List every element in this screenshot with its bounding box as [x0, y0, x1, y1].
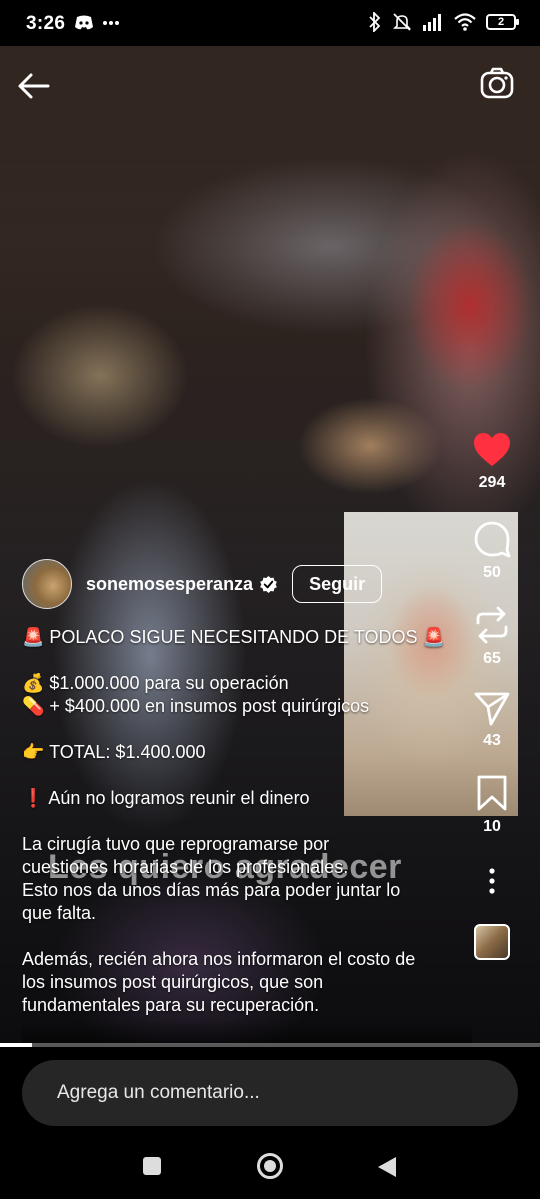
- caption-line: Esto nos da unos días más para poder jun…: [22, 880, 401, 900]
- caption-line: fundamentales para su recuperación.: [22, 995, 320, 1015]
- caption-line: los insumos post quirúrgicos, que son: [22, 972, 324, 992]
- author-row: sonemosesperanza Seguir: [22, 558, 472, 610]
- arrow-left-icon: [18, 73, 50, 99]
- home-button[interactable]: [256, 1152, 284, 1185]
- username[interactable]: sonemosesperanza: [86, 574, 253, 595]
- repost-button[interactable]: 65: [474, 606, 510, 668]
- verified-badge-icon: [260, 575, 277, 593]
- like-button[interactable]: 294: [473, 432, 511, 492]
- repost-count: 65: [483, 650, 501, 667]
- bluetooth-icon: [369, 12, 381, 32]
- status-bar: 3:26 2: [0, 0, 540, 46]
- paper-plane-icon: [474, 692, 510, 726]
- comment-icon: [474, 521, 511, 558]
- repost-icon: [476, 606, 508, 644]
- audio-thumbnail[interactable]: [474, 924, 510, 960]
- share-button[interactable]: 43: [474, 690, 510, 750]
- more-vertical-icon: [489, 868, 495, 894]
- action-column: 294 50 65 43 10: [466, 432, 518, 960]
- caption-line: 💊 + $400.000 en insumos post quirúrgicos: [22, 696, 370, 716]
- caption-line: ❗ Aún no logramos reunir el dinero: [22, 788, 310, 808]
- system-nav-bar: [0, 1139, 540, 1199]
- heart-icon: [474, 433, 510, 466]
- save-button[interactable]: 10: [476, 774, 508, 836]
- square-icon: [143, 1157, 161, 1175]
- caption-line: 👉 TOTAL: $1.400.000: [22, 742, 206, 762]
- signal-icon: [423, 14, 441, 31]
- share-count: 43: [483, 732, 501, 749]
- battery-icon: 2: [486, 14, 519, 30]
- bookmark-icon: [477, 775, 507, 811]
- follow-button[interactable]: Seguir: [292, 565, 383, 603]
- comment-count: 50: [483, 564, 501, 581]
- caption-line: que falta.: [22, 903, 97, 923]
- like-count: 294: [478, 474, 506, 491]
- comment-area: Agrega un comentario...: [0, 1047, 540, 1139]
- caption-line: La cirugía tuvo que reprogramarse por: [22, 834, 330, 854]
- mute-icon: [393, 13, 411, 31]
- back-nav-button[interactable]: [376, 1155, 398, 1184]
- recents-button[interactable]: [142, 1156, 162, 1181]
- comment-button[interactable]: 50: [473, 520, 511, 582]
- caption-text[interactable]: 🚨 POLACO SIGUE NECESITANDO DE TODOS 🚨 💰 …: [22, 626, 472, 1017]
- more-options-button[interactable]: [488, 866, 496, 896]
- camera-button[interactable]: [480, 66, 514, 102]
- more-dots-icon: [103, 21, 119, 25]
- comment-input[interactable]: Agrega un comentario...: [22, 1060, 518, 1126]
- triangle-back-icon: [378, 1157, 396, 1177]
- wifi-icon: [454, 13, 476, 31]
- caption-line: Además, recién ahora nos informaron el c…: [22, 949, 416, 969]
- save-count: 10: [483, 818, 501, 835]
- video-progress-bar[interactable]: [0, 1043, 540, 1047]
- avatar[interactable]: [22, 559, 72, 609]
- caption-line: 💰 $1.000.000 para su operación: [22, 673, 289, 693]
- post-caption-area: sonemosesperanza Seguir 🚨 POLACO SIGUE N…: [22, 558, 472, 1050]
- back-button[interactable]: [16, 68, 52, 104]
- home-circle-icon: [257, 1153, 283, 1179]
- camera-icon: [480, 67, 514, 99]
- video-progress-fill: [0, 1043, 33, 1047]
- discord-icon: [75, 15, 93, 30]
- caption-line: cuestiones horarias de los profesionales…: [22, 857, 349, 877]
- status-time: 3:26: [26, 13, 66, 34]
- caption-line: 🚨 POLACO SIGUE NECESITANDO DE TODOS 🚨: [22, 627, 445, 647]
